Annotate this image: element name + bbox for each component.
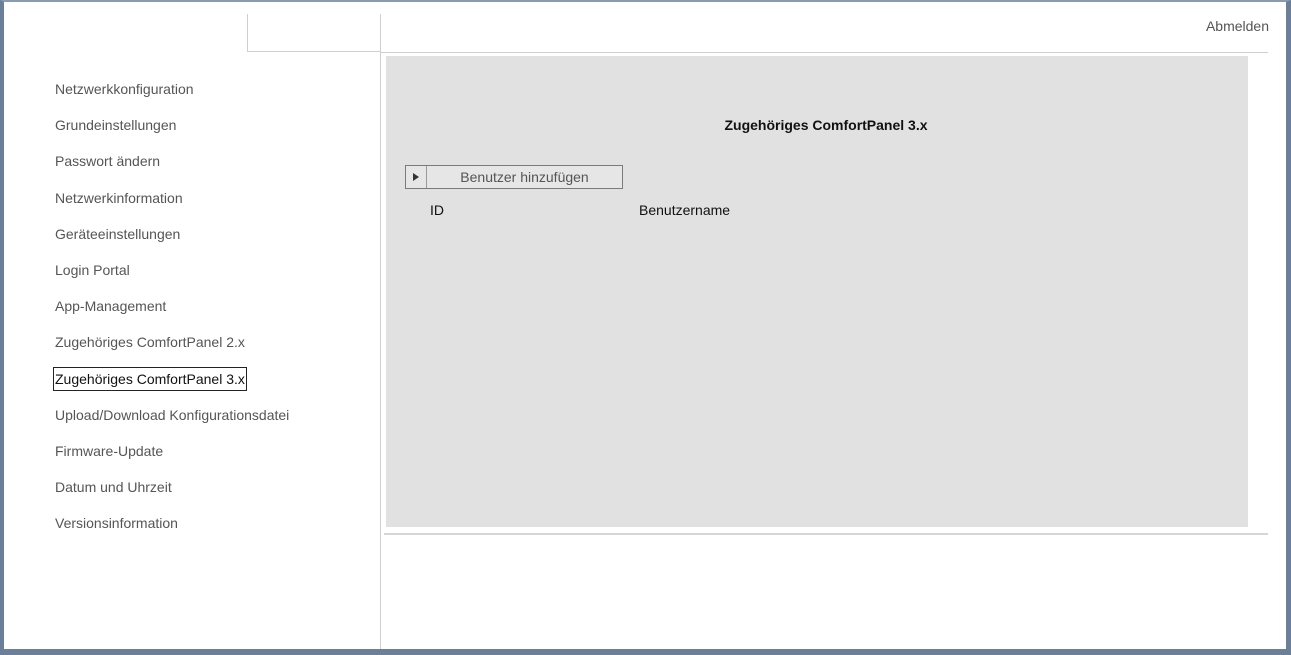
- header-divider: [380, 52, 1268, 53]
- logout-link[interactable]: Abmelden: [1206, 18, 1269, 34]
- column-header-username: Benutzername: [639, 202, 731, 218]
- sidebar-item-device-settings[interactable]: Geräteeinstellungen: [54, 223, 374, 259]
- column-header-id: ID: [430, 202, 444, 218]
- sidebar-item-label: Netzwerkkonfiguration: [55, 81, 194, 97]
- header-tab-area: [247, 14, 380, 52]
- sidebar-item-label: Geräteeinstellungen: [55, 225, 181, 242]
- sidebar-nav: Netzwerkkonfiguration Grundeinstellungen…: [53, 78, 374, 548]
- sidebar-item-label: Datum und Uhrzeit: [55, 479, 172, 496]
- play-arrow-icon: [406, 166, 427, 188]
- sidebar-item-date-time[interactable]: Datum und Uhrzeit: [54, 476, 374, 512]
- sidebar-item-config-file[interactable]: Upload/Download Konfigurationsdatei: [54, 404, 374, 440]
- sidebar-item-change-password[interactable]: Passwort ändern: [54, 150, 374, 186]
- sidebar-item-label: Login Portal: [55, 261, 130, 278]
- add-user-button[interactable]: Benutzer hinzufügen: [405, 165, 623, 189]
- page-title: Zugehöriges ComfortPanel 3.x: [724, 117, 928, 133]
- sidebar-item-label: Versionsinformation: [55, 515, 178, 532]
- sidebar-item-login-portal[interactable]: Login Portal: [54, 259, 374, 295]
- main-content-panel: Zugehöriges ComfortPanel 3.x Benutzer hi…: [386, 56, 1248, 527]
- sidebar-divider: [380, 14, 381, 649]
- sidebar-item-label: Grundeinstellungen: [55, 117, 177, 134]
- sidebar-item-label: Upload/Download Konfigurationsdatei: [55, 406, 290, 423]
- sidebar-item-firmware-update[interactable]: Firmware-Update: [54, 440, 374, 476]
- content-divider: [384, 533, 1268, 535]
- sidebar-item-comfortpanel-2x[interactable]: Zugehöriges ComfortPanel 2.x: [54, 331, 374, 367]
- sidebar-item-app-management[interactable]: App-Management: [54, 295, 374, 331]
- sidebar-item-label: Zugehöriges ComfortPanel 2.x: [55, 334, 245, 351]
- sidebar-item-label: Zugehöriges ComfortPanel 3.x: [53, 366, 247, 391]
- sidebar-item-version-info[interactable]: Versionsinformation: [54, 512, 374, 548]
- sidebar-item-network-info[interactable]: Netzwerkinformation: [54, 187, 374, 223]
- sidebar-item-basic-settings[interactable]: Grundeinstellungen: [54, 114, 374, 150]
- sidebar-item-comfortpanel-3x[interactable]: Zugehöriges ComfortPanel 3.x: [53, 366, 374, 404]
- sidebar-item-label: App-Management: [55, 298, 167, 315]
- sidebar-item-label: Firmware-Update: [55, 442, 164, 459]
- sidebar-item-label: Netzwerkinformation: [55, 189, 183, 206]
- add-user-label: Benutzer hinzufügen: [460, 169, 589, 185]
- sidebar-item-network-config[interactable]: Netzwerkkonfiguration: [54, 78, 374, 114]
- sidebar-item-label: Passwort ändern: [55, 153, 161, 170]
